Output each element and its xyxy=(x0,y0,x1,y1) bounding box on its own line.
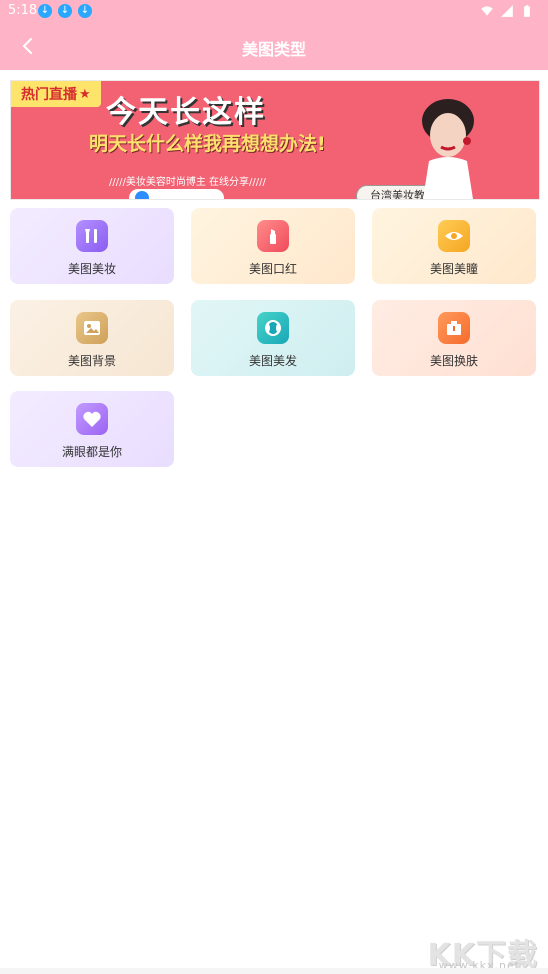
heart-icon xyxy=(76,403,108,435)
category-card-eye[interactable]: 美图美瞳 xyxy=(372,208,536,284)
category-card-hair[interactable]: 美图美发 xyxy=(191,300,355,376)
hot-live-label: 热门直播 xyxy=(21,87,77,103)
model-portrait xyxy=(422,99,474,199)
hair-icon xyxy=(257,312,289,344)
battery-icon xyxy=(524,5,530,17)
banner-tagline: /////美妆美容时尚博主 在线分享///// xyxy=(109,177,266,188)
category-card-heart[interactable]: 满眼都是你 xyxy=(10,391,174,467)
category-label: 美图换肤 xyxy=(429,354,478,368)
download-icon: ↓ xyxy=(58,4,72,18)
wifi-icon xyxy=(481,6,493,16)
wardrobe-icon xyxy=(438,312,470,344)
page-title: 美图类型 xyxy=(241,40,306,59)
lipstick-icon xyxy=(257,220,289,252)
category-card-makeup[interactable]: 美图美妆 xyxy=(10,208,174,284)
live-banner[interactable]: 热门直播 ★ 今天长这样 明天长什么样我再想想办法! /////美妆美容时尚博主… xyxy=(10,80,540,200)
category-label: 美图美发 xyxy=(248,354,297,368)
download-icon: ↓ xyxy=(38,4,52,18)
category-card-background[interactable]: 美图背景 xyxy=(10,300,174,376)
download-icon: ↓ xyxy=(78,4,92,18)
star-icon: ★ xyxy=(79,86,91,102)
play-icon xyxy=(135,191,149,199)
category-card-skin[interactable]: 美图换肤 xyxy=(372,300,536,376)
category-label: 美图美妆 xyxy=(67,262,116,276)
hot-live-badge: 热门直播 ★ xyxy=(11,81,101,107)
app-bar: 美图类型 xyxy=(0,22,548,70)
bottom-edge xyxy=(0,968,548,974)
category-label: 美图背景 xyxy=(67,354,116,368)
signal-icon xyxy=(501,5,513,17)
makeup-brush-icon xyxy=(76,220,108,252)
play-badge xyxy=(129,189,224,199)
category-label: 美图美瞳 xyxy=(429,262,478,276)
status-time: 5:18 xyxy=(8,3,38,18)
banner-subheadline: 明天长什么样我再想想办法! xyxy=(89,133,326,155)
eye-icon xyxy=(438,220,470,252)
site-watermark: KK下载 www.kkx.net xyxy=(414,926,544,973)
category-card-lipstick[interactable]: 美图口红 xyxy=(191,208,355,284)
banner-headline: 今天长这样 xyxy=(106,95,266,130)
image-icon xyxy=(76,312,108,344)
category-label: 美图口红 xyxy=(248,262,297,276)
category-label: 满眼都是你 xyxy=(61,445,122,459)
status-bar: 5:18 ↓ ↓ ↓ xyxy=(0,0,548,22)
